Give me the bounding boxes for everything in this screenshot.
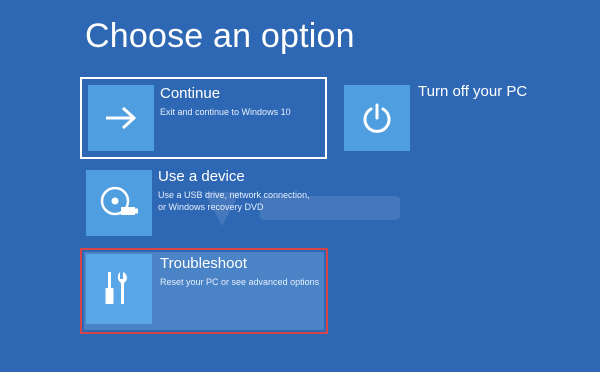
turn-off-title: Turn off your PC [418,83,528,100]
continue-tile[interactable] [88,85,154,151]
troubleshoot-option[interactable]: Troubleshoot Reset your PC or see advanc… [80,248,328,334]
tools-icon [105,272,127,304]
use-a-device-tile[interactable] [86,170,152,236]
continue-title: Continue [160,85,221,102]
power-icon [363,103,391,133]
turn-off-tile[interactable] [344,85,410,151]
continue-option[interactable]: Continue Exit and continue to Windows 10 [80,77,327,159]
troubleshoot-tile[interactable] [86,254,152,324]
turn-off-option[interactable]: Turn off your PC [342,83,532,155]
troubleshoot-description: Reset your PC or see advanced options [160,277,320,287]
arrow-right-icon [106,106,137,130]
disc-usb-icon [100,186,138,216]
use-a-device-title: Use a device [158,168,245,185]
troubleshoot-title: Troubleshoot [160,255,247,272]
continue-description: Exit and continue to Windows 10 [160,107,291,117]
page-title: Choose an option [85,17,355,55]
recovery-screen: Choose an option Continue Exit and conti… [0,0,600,372]
watermark-logo [204,192,400,226]
